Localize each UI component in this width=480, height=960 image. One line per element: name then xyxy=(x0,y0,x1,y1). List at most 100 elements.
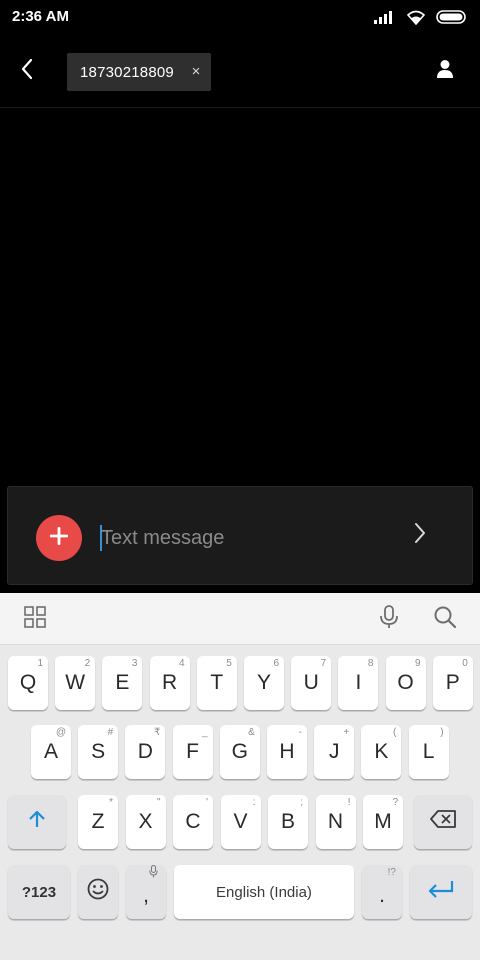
key-y[interactable]: 6Y xyxy=(244,656,284,710)
status-icons xyxy=(374,8,468,26)
period-key-label: . xyxy=(379,884,385,907)
remove-recipient-button[interactable]: × xyxy=(188,62,204,82)
smiley-icon xyxy=(87,878,109,906)
mic-icon xyxy=(379,604,399,634)
symbols-key[interactable]: ?123 xyxy=(8,865,70,919)
key-label: M xyxy=(374,810,392,833)
shift-key[interactable] xyxy=(8,795,66,849)
key-label: E xyxy=(115,671,130,694)
key-w[interactable]: 2W xyxy=(55,656,96,710)
plus-icon xyxy=(49,526,69,551)
person-icon xyxy=(436,59,454,84)
key-i[interactable]: 8I xyxy=(338,656,379,710)
key-hint: * xyxy=(109,797,113,808)
attach-button[interactable] xyxy=(36,515,82,561)
keyboard-search-button[interactable] xyxy=(432,606,458,632)
key-label: I xyxy=(355,671,362,694)
key-hint: ( xyxy=(393,727,397,738)
key-l[interactable]: ) L xyxy=(408,725,449,779)
send-button[interactable] xyxy=(408,517,432,553)
key-label: K xyxy=(374,740,389,763)
key-hint: " xyxy=(156,797,161,808)
key-row-2: @ A # S ₹ D _ F & G - H + J(K) L xyxy=(0,725,480,781)
key-g[interactable]: & G xyxy=(219,725,260,779)
key-z[interactable]: * Z xyxy=(78,795,118,849)
enter-arrow-icon xyxy=(428,880,454,904)
key-hint: 0 xyxy=(462,658,468,669)
backspace-key[interactable] xyxy=(414,795,472,849)
comma-key[interactable]: , xyxy=(126,865,166,919)
key-row-1: 1Q2W3E4R5T6Y7U8I9O0P xyxy=(0,656,480,712)
key-b[interactable]: ; B xyxy=(268,795,308,849)
back-arrow-icon xyxy=(20,58,34,85)
key-hint: ₹ xyxy=(154,727,161,738)
battery-icon xyxy=(436,10,468,24)
key-hint: @ xyxy=(55,727,66,738)
key-hint: _ xyxy=(202,727,208,738)
recipient-number: 18730218809 xyxy=(80,63,174,81)
key-label: S xyxy=(91,740,106,763)
key-label: Z xyxy=(91,810,105,833)
voice-input-button[interactable] xyxy=(376,604,402,634)
symbols-key-label: ?123 xyxy=(21,883,57,901)
key-hint: 2 xyxy=(84,658,91,669)
key-s[interactable]: # S xyxy=(78,725,119,779)
space-key[interactable]: English (India) xyxy=(174,865,354,919)
key-hint: 3 xyxy=(131,658,138,669)
key-a[interactable]: @ A xyxy=(31,725,71,779)
key-hint: ; xyxy=(300,797,303,808)
status-bar: 2:36 AM xyxy=(0,0,480,34)
key-m[interactable]: ? M xyxy=(363,795,403,849)
key-hint: # xyxy=(107,727,114,738)
key-label: R xyxy=(162,671,178,694)
key-label: B xyxy=(280,810,295,833)
signal-icon xyxy=(374,10,396,24)
message-input[interactable] xyxy=(101,521,391,555)
key-label: U xyxy=(303,671,319,694)
contact-button[interactable] xyxy=(432,58,458,84)
key-r[interactable]: 4R xyxy=(149,656,190,710)
key-j[interactable]: + J xyxy=(314,725,355,779)
key-hint: ? xyxy=(392,797,398,808)
key-x[interactable]: " X xyxy=(125,795,166,849)
recipient-chip[interactable]: 18730218809 × xyxy=(67,53,211,91)
key-d[interactable]: ₹ D xyxy=(125,725,166,779)
backspace-icon xyxy=(430,810,456,834)
period-key[interactable]: !? . xyxy=(362,865,402,919)
key-hint: ) xyxy=(440,727,444,738)
key-hint: + xyxy=(343,727,350,738)
compose-bar xyxy=(7,486,473,585)
key-label: P xyxy=(445,671,460,694)
key-p[interactable]: 0P xyxy=(432,656,473,710)
key-o[interactable]: 9O xyxy=(385,656,426,710)
space-key-label: English (India) xyxy=(216,883,312,901)
key-f[interactable]: _ F xyxy=(172,725,213,779)
header: 18730218809 × xyxy=(0,34,480,108)
key-label: F xyxy=(186,740,199,763)
key-row-3: * Z " X ' C: V; B! N? M xyxy=(0,795,480,851)
key-label: Y xyxy=(256,671,271,694)
key-u[interactable]: 7U xyxy=(291,656,332,710)
keyboard-toolbar xyxy=(0,593,480,645)
wifi-icon xyxy=(406,10,426,25)
key-label: C xyxy=(185,810,201,833)
search-icon xyxy=(433,605,457,634)
key-hint: 6 xyxy=(273,658,279,669)
key-label: W xyxy=(65,671,86,694)
key-e[interactable]: 3E xyxy=(102,656,143,710)
emoji-key[interactable] xyxy=(78,865,118,919)
key-n[interactable]: ! N xyxy=(315,795,356,849)
keyboard: 1Q2W3E4R5T6Y7U8I9O0P @ A # S ₹ D _ F & G - H + J(K) L … xyxy=(0,593,480,960)
key-t[interactable]: 5T xyxy=(196,656,237,710)
back-button[interactable] xyxy=(12,54,42,88)
key-q[interactable]: 1Q xyxy=(8,656,48,710)
enter-key[interactable] xyxy=(410,865,472,919)
key-hint: - xyxy=(298,727,302,738)
key-h[interactable]: -H xyxy=(267,725,307,779)
key-v[interactable]: :V xyxy=(220,795,261,849)
key-c[interactable]: ' C xyxy=(173,795,213,849)
key-k[interactable]: (K xyxy=(361,725,402,779)
key-hint: 7 xyxy=(320,658,327,669)
conversation-area xyxy=(0,108,480,486)
apps-grid-button[interactable] xyxy=(22,605,48,632)
